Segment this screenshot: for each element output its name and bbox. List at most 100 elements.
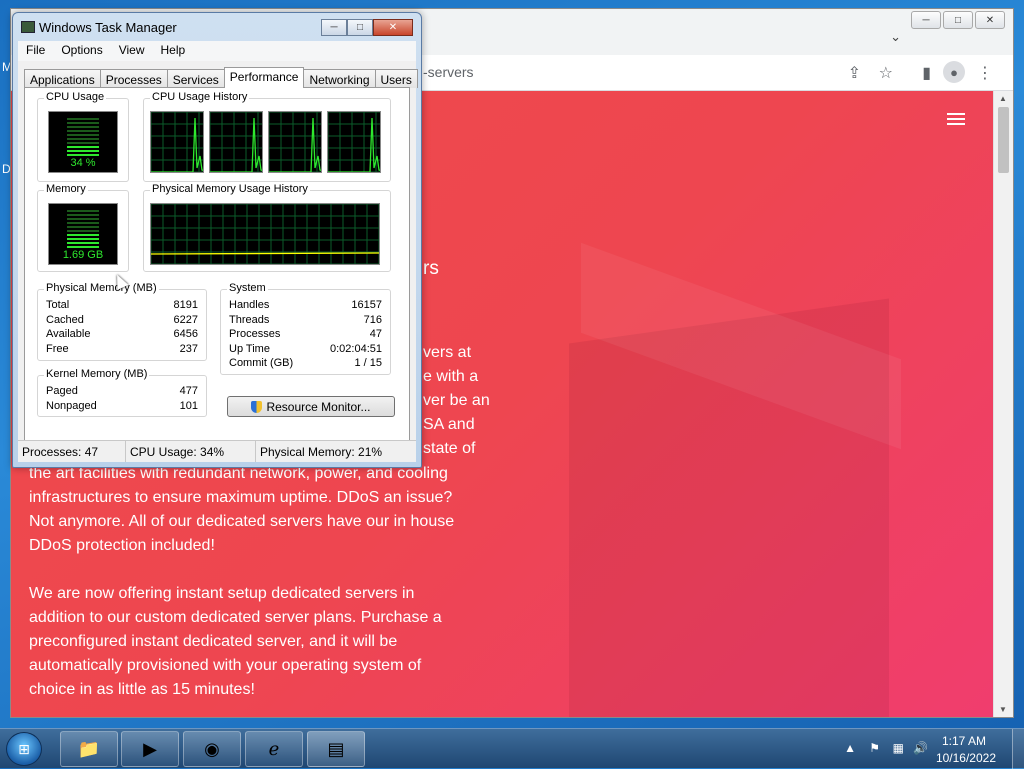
profile-icon[interactable]: ● bbox=[943, 61, 965, 83]
meter-segment bbox=[67, 126, 99, 128]
cpu-usage-label: CPU Usage bbox=[44, 91, 107, 103]
menu-options[interactable]: Options bbox=[53, 41, 110, 61]
meter-segment bbox=[67, 150, 99, 152]
meter-segment bbox=[67, 118, 99, 120]
close-button[interactable]: ✕ bbox=[373, 19, 413, 36]
scroll-down-icon[interactable]: ▼ bbox=[999, 705, 1007, 714]
phys-history-group: Physical Memory Usage History bbox=[143, 183, 391, 272]
ie-icon[interactable]: ℯ bbox=[245, 731, 303, 767]
phys-history-graph bbox=[150, 203, 380, 265]
show-desktop-button[interactable] bbox=[1012, 729, 1024, 769]
menu-view[interactable]: View bbox=[111, 41, 153, 61]
maximize-button[interactable]: □ bbox=[943, 11, 973, 29]
tab-strip: Applications Processes Services Performa… bbox=[24, 67, 418, 88]
system-label: System bbox=[227, 282, 268, 294]
star-icon[interactable]: ☆ bbox=[879, 63, 893, 83]
stat-label: Processes bbox=[229, 328, 281, 340]
page-scrollbar[interactable]: ▲ ▼ bbox=[993, 91, 1013, 717]
stat-value: 8191 bbox=[173, 299, 198, 311]
menu-icon[interactable]: ⋮ bbox=[977, 63, 993, 83]
kernel-memory-group: Kernel Memory (MB) Paged 477 Nonpaged 10… bbox=[37, 368, 207, 417]
meter-segment bbox=[67, 130, 99, 132]
cpu-meter-bars bbox=[67, 118, 99, 158]
memory-value: 1.69 GB bbox=[62, 249, 104, 261]
stat-value: 477 bbox=[179, 385, 198, 397]
cpu-history-graph-3 bbox=[268, 111, 322, 173]
text-line: addition to our custom dedicated server … bbox=[29, 609, 442, 626]
meter-segment bbox=[67, 234, 99, 236]
tab-performance[interactable]: Performance bbox=[223, 67, 305, 88]
task-manager-window: Windows Task Manager ─ □ ✕ File Options … bbox=[12, 12, 422, 468]
tab-networking[interactable]: Networking bbox=[303, 69, 376, 88]
meter-segment bbox=[67, 238, 99, 240]
paragraph: the art facilities with redundant networ… bbox=[29, 462, 499, 558]
status-cpu: CPU Usage: 34% bbox=[126, 441, 256, 462]
cpu-history-graph-2 bbox=[209, 111, 263, 173]
stat-label: Total bbox=[46, 299, 70, 311]
meter-segment bbox=[67, 142, 99, 144]
memory-meter-bars bbox=[67, 210, 99, 250]
resource-monitor-label: Resource Monitor... bbox=[266, 399, 371, 414]
text-line: infrastructures to ensure maximum uptime… bbox=[29, 489, 453, 506]
stat-label: Paged bbox=[46, 385, 78, 397]
meter-segment bbox=[67, 242, 99, 244]
menu-bar: File Options View Help bbox=[18, 41, 416, 61]
network-icon[interactable]: ▦ bbox=[893, 741, 904, 755]
stat-label: Cached bbox=[46, 314, 84, 326]
show-hidden-icons-icon[interactable]: ▲ bbox=[844, 741, 856, 755]
uac-shield-icon bbox=[251, 400, 263, 413]
stat-label: Available bbox=[46, 328, 91, 340]
stat-label: Nonpaged bbox=[46, 400, 97, 412]
stat-label: Threads bbox=[229, 314, 270, 326]
tab-processes[interactable]: Processes bbox=[99, 69, 168, 88]
share-icon[interactable]: ⇪ bbox=[848, 63, 861, 83]
meter-segment bbox=[67, 154, 99, 156]
memory-meter: 1.69 GB bbox=[48, 203, 118, 265]
tab-search-icon[interactable]: ⌄ bbox=[890, 29, 901, 45]
scroll-thumb[interactable] bbox=[998, 107, 1009, 173]
meter-segment bbox=[67, 218, 99, 220]
hamburger-menu-icon[interactable] bbox=[947, 113, 965, 125]
address-bar[interactable]: -servers bbox=[423, 64, 474, 80]
clock-time[interactable]: 1:17 AM bbox=[942, 734, 986, 748]
stat-value: 6227 bbox=[173, 314, 198, 326]
tab-services[interactable]: Services bbox=[166, 69, 225, 88]
meter-segment bbox=[67, 134, 99, 136]
tab-applications[interactable]: Applications bbox=[24, 69, 101, 88]
stat-value: 0:02:04:51 bbox=[330, 343, 382, 355]
sidepanel-icon[interactable]: ▮ bbox=[922, 63, 931, 83]
cpu-history-graph-4 bbox=[327, 111, 381, 173]
maximize-button[interactable]: □ bbox=[347, 19, 373, 36]
cpu-usage-meter: 34 % bbox=[48, 111, 118, 173]
menu-file[interactable]: File bbox=[18, 41, 53, 61]
explorer-icon[interactable]: 📁 bbox=[60, 731, 118, 767]
graph-trace bbox=[328, 117, 380, 172]
graph-trace bbox=[151, 252, 379, 255]
text-line: automatically provisioned with your oper… bbox=[29, 657, 422, 674]
minimize-button[interactable]: ─ bbox=[911, 11, 941, 29]
status-processes: Processes: 47 bbox=[18, 441, 126, 462]
task-manager-app-icon bbox=[21, 21, 35, 33]
stat-label: Free bbox=[46, 343, 69, 355]
menu-help[interactable]: Help bbox=[153, 41, 194, 61]
media-player-icon[interactable]: ▶ bbox=[121, 731, 179, 767]
stat-value: 101 bbox=[179, 400, 198, 412]
tab-users[interactable]: Users bbox=[374, 69, 418, 88]
chrome-icon[interactable]: ◉ bbox=[183, 731, 241, 767]
text-line: SA and bbox=[423, 416, 475, 433]
system-group: System Handles 16157 Threads 716 Process… bbox=[220, 282, 391, 375]
scroll-up-icon[interactable]: ▲ bbox=[999, 94, 1007, 103]
meter-segment bbox=[67, 226, 99, 228]
stat-label: Commit (GB) bbox=[229, 357, 294, 369]
action-center-icon[interactable]: ⚑ bbox=[869, 741, 880, 755]
volume-icon[interactable]: 🔊 bbox=[913, 741, 928, 755]
stat-label: Handles bbox=[229, 299, 270, 311]
start-button[interactable]: ⊞ bbox=[6, 732, 42, 766]
page-heading: rs bbox=[423, 258, 439, 279]
taskbar: ⊞ 📁 ▶ ◉ ℯ ▤ ▲ ⚑ ▦ 🔊 1:17 AM 10/16/2022 bbox=[0, 728, 1024, 769]
minimize-button[interactable]: ─ bbox=[321, 19, 347, 36]
taskmanager-icon[interactable]: ▤ bbox=[307, 731, 365, 767]
clock-date[interactable]: 10/16/2022 bbox=[936, 751, 996, 765]
resource-monitor-button[interactable]: Resource Monitor... bbox=[227, 396, 395, 417]
close-button[interactable]: ✕ bbox=[975, 11, 1005, 29]
